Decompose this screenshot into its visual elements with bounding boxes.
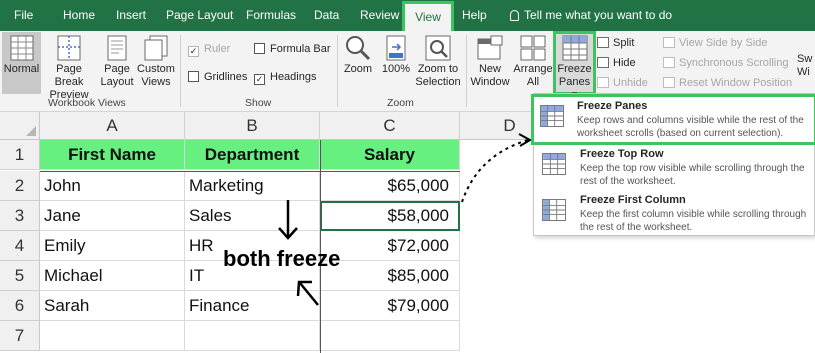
freeze-first-column-title: Freeze First Column xyxy=(580,194,686,206)
freeze-panes-menu: Freeze Panes Keep rows and columns visib… xyxy=(531,93,815,236)
freeze-first-column-icon xyxy=(542,199,566,221)
freeze-first-column-desc: Keep the first column visible while scro… xyxy=(580,209,807,233)
freeze-panes-desc: Keep rows and columns visible while the … xyxy=(577,115,804,139)
menu-item-freeze-first-column[interactable]: Freeze First Column Keep the first colum… xyxy=(534,189,815,235)
freeze-top-row-desc: Keep the top row visible while scrolling… xyxy=(580,163,805,187)
down-arrow-icon xyxy=(278,200,298,240)
menu-item-freeze-top-row[interactable]: Freeze Top Row Keep the top row visible … xyxy=(534,143,815,189)
dotted-curve-arrow-icon xyxy=(461,133,533,203)
freeze-panes-menu-icon xyxy=(540,105,564,127)
freeze-top-row-icon xyxy=(542,153,566,175)
freeze-panes-title: Freeze Panes xyxy=(577,100,648,112)
menu-item-freeze-panes[interactable]: Freeze Panes Keep rows and columns visib… xyxy=(531,94,815,145)
up-left-arrow-icon xyxy=(296,280,319,306)
both-freeze-annotation: both freeze xyxy=(223,246,341,271)
freeze-top-row-title: Freeze Top Row xyxy=(580,148,664,160)
